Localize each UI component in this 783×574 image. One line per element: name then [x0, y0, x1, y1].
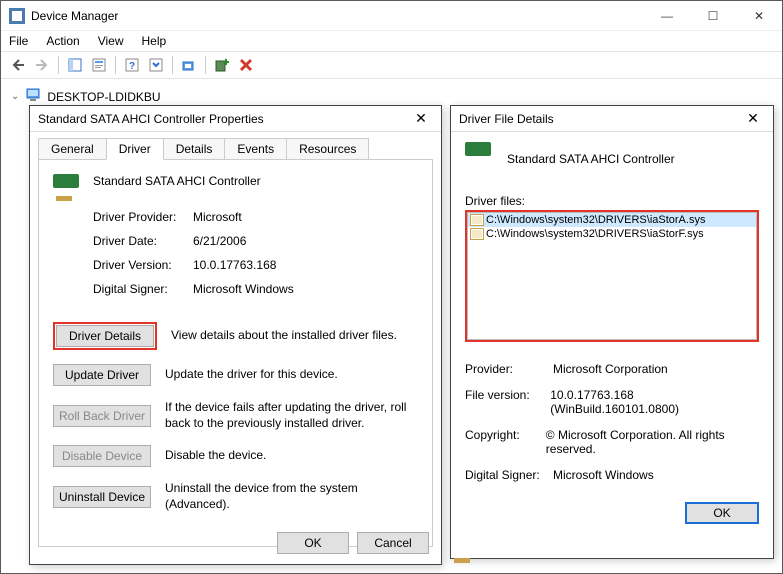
- driver-file-path: C:\Windows\system32\DRIVERS\iaStorA.sys: [486, 214, 705, 226]
- driver-tab-body: Standard SATA AHCI Controller Driver Pro…: [38, 159, 433, 547]
- digital-signer-value: Microsoft Windows: [553, 468, 654, 482]
- chevron-down-icon[interactable]: ⌄: [11, 91, 19, 102]
- file-icon: [470, 228, 484, 240]
- copyright-label: Copyright:: [465, 428, 546, 456]
- computer-name: DESKTOP-LDIDKBU: [47, 90, 160, 104]
- driver-file-path: C:\Windows\system32\DRIVERS\iaStorF.sys: [486, 228, 704, 240]
- digital-signer-label: Digital Signer:: [93, 282, 193, 296]
- uninstall-device-desc: Uninstall the device from the system (Ad…: [165, 481, 418, 512]
- cancel-button[interactable]: Cancel: [357, 532, 429, 554]
- properties-dialog: Standard SATA AHCI Controller Properties…: [29, 105, 442, 565]
- driver-version-value: 10.0.17763.168: [193, 258, 418, 272]
- driver-buttons: Driver Details View details about the in…: [53, 322, 418, 512]
- update-driver-desc: Update the driver for this device.: [165, 367, 418, 383]
- uninstall-device-button[interactable]: Uninstall Device: [53, 486, 151, 508]
- menu-view[interactable]: View: [98, 34, 124, 48]
- details-body: Standard SATA AHCI Controller Driver fil…: [451, 132, 773, 534]
- close-icon[interactable]: ✕: [409, 107, 433, 131]
- driver-file-item[interactable]: C:\Windows\system32\DRIVERS\iaStorF.sys: [468, 227, 756, 241]
- properties-footer: OK Cancel: [277, 532, 429, 554]
- tab-general[interactable]: General: [38, 138, 107, 160]
- driver-details-highlight: Driver Details: [53, 322, 157, 350]
- properties-title-bar: Standard SATA AHCI Controller Properties…: [30, 106, 441, 132]
- properties-icon[interactable]: [88, 54, 110, 76]
- action-icon[interactable]: [145, 54, 167, 76]
- update-driver-button[interactable]: Update Driver: [53, 364, 151, 386]
- driver-provider-label: Driver Provider:: [93, 210, 193, 224]
- driver-file-details-dialog: Driver File Details ✕ Standard SATA AHCI…: [450, 105, 774, 559]
- file-info: Provider:Microsoft Corporation File vers…: [465, 362, 759, 482]
- file-icon: [470, 214, 484, 226]
- copyright-value: © Microsoft Corporation. All rights rese…: [546, 428, 759, 456]
- device-name: Standard SATA AHCI Controller: [93, 172, 418, 188]
- uninstall-device-icon[interactable]: [235, 54, 257, 76]
- driver-files-highlight: C:\Windows\system32\DRIVERS\iaStorA.sys …: [465, 210, 759, 342]
- digital-signer-label: Digital Signer:: [465, 468, 553, 482]
- properties-title: Standard SATA AHCI Controller Properties: [38, 112, 409, 126]
- svg-text:?: ?: [129, 61, 135, 72]
- back-icon[interactable]: [7, 54, 29, 76]
- driver-files-label: Driver files:: [465, 194, 759, 208]
- tab-events[interactable]: Events: [224, 138, 287, 160]
- file-version-label: File version:: [465, 388, 550, 416]
- details-device-name: Standard SATA AHCI Controller: [507, 152, 675, 166]
- driver-info: Driver Provider:Microsoft Driver Date:6/…: [93, 210, 418, 296]
- controller-card-icon: [53, 174, 81, 196]
- provider-value: Microsoft Corporation: [553, 362, 668, 376]
- controller-card-icon: [465, 142, 493, 164]
- roll-back-driver-desc: If the device fails after updating the d…: [165, 400, 418, 431]
- driver-provider-value: Microsoft: [193, 210, 418, 224]
- details-title-bar: Driver File Details ✕: [451, 106, 773, 132]
- driver-details-desc: View details about the installed driver …: [171, 328, 418, 344]
- computer-icon: [25, 87, 41, 106]
- driver-date-label: Driver Date:: [93, 234, 193, 248]
- tab-resources[interactable]: Resources: [286, 138, 369, 160]
- add-legacy-icon[interactable]: [211, 54, 233, 76]
- disable-device-desc: Disable the device.: [165, 448, 418, 464]
- app-icon: [9, 8, 25, 24]
- close-button[interactable]: ✕: [736, 1, 782, 30]
- forward-icon[interactable]: [31, 54, 53, 76]
- menu-action[interactable]: Action: [46, 34, 79, 48]
- close-icon[interactable]: ✕: [741, 107, 765, 131]
- digital-signer-value: Microsoft Windows: [193, 282, 418, 296]
- tab-details[interactable]: Details: [163, 138, 226, 160]
- tree-root[interactable]: ⌄ DESKTOP-LDIDKBU: [11, 87, 772, 106]
- menu-help[interactable]: Help: [142, 34, 167, 48]
- ok-button[interactable]: OK: [277, 532, 349, 554]
- file-version-value: 10.0.17763.168 (WinBuild.160101.0800): [550, 388, 759, 416]
- ok-button[interactable]: OK: [685, 502, 759, 524]
- details-footer: OK: [465, 502, 759, 524]
- driver-files-list[interactable]: C:\Windows\system32\DRIVERS\iaStorA.sys …: [467, 212, 757, 340]
- toolbar: ?: [1, 51, 782, 79]
- title-bar: Device Manager — ☐ ✕: [1, 1, 782, 31]
- help-icon[interactable]: ?: [121, 54, 143, 76]
- minimize-button[interactable]: —: [644, 1, 690, 30]
- menu-file[interactable]: File: [9, 34, 28, 48]
- device-manager-window: Device Manager — ☐ ✕ File Action View He…: [0, 0, 783, 574]
- menu-bar: File Action View Help: [1, 31, 782, 51]
- roll-back-driver-button: Roll Back Driver: [53, 405, 151, 427]
- driver-version-label: Driver Version:: [93, 258, 193, 272]
- details-title: Driver File Details: [459, 112, 741, 126]
- disable-device-button: Disable Device: [53, 445, 151, 467]
- show-hide-tree-icon[interactable]: [64, 54, 86, 76]
- driver-details-button[interactable]: Driver Details: [56, 325, 154, 347]
- window-title: Device Manager: [31, 9, 644, 23]
- driver-file-item[interactable]: C:\Windows\system32\DRIVERS\iaStorA.sys: [468, 213, 756, 227]
- scan-hardware-icon[interactable]: [178, 54, 200, 76]
- driver-date-value: 6/21/2006: [193, 234, 418, 248]
- maximize-button[interactable]: ☐: [690, 1, 736, 30]
- tab-driver[interactable]: Driver: [106, 138, 164, 160]
- properties-tabs: General Driver Details Events Resources: [38, 138, 433, 160]
- provider-label: Provider:: [465, 362, 553, 376]
